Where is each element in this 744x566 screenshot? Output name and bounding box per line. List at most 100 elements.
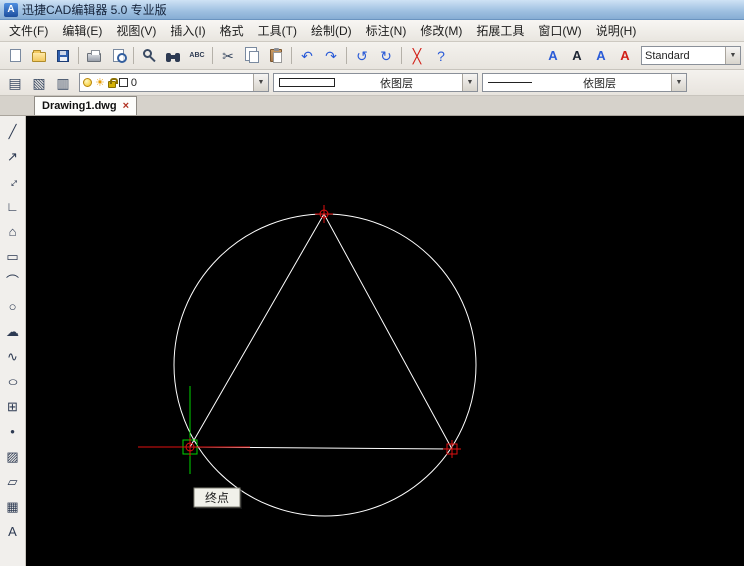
toolbar-separator — [78, 47, 79, 64]
copy-icon[interactable] — [240, 45, 264, 67]
toolbar-separator — [212, 47, 213, 64]
save-icon[interactable] — [51, 45, 75, 67]
menu-view[interactable]: 视图(V) — [109, 20, 163, 41]
construction-line-tool-icon[interactable]: ↔ — [2, 169, 24, 193]
search-icon[interactable] — [137, 45, 161, 67]
toolbar-separator — [401, 47, 402, 64]
linetype-combo[interactable]: 依图层 — [482, 73, 687, 92]
multiline-text-icon[interactable]: A — [589, 45, 613, 67]
hatch-tool-icon[interactable]: ▨ — [2, 444, 24, 468]
tab-close-icon[interactable] — [123, 101, 129, 112]
toolbar-separator — [291, 47, 292, 64]
print-icon[interactable] — [82, 45, 106, 67]
ray-tool-icon[interactable]: ↗ — [2, 144, 24, 168]
chevron-down-icon[interactable] — [253, 74, 268, 91]
menu-edit[interactable]: 编辑(E) — [55, 20, 109, 41]
layer-toolbar: ▤▧▥ 0 依图层 依图层 — [0, 70, 744, 96]
menu-modify[interactable]: 修改(M) — [413, 20, 469, 41]
help-icon[interactable]: ? — [429, 45, 453, 67]
drawn-circle — [174, 214, 476, 516]
tab-drawing1[interactable]: Drawing1.dwg — [34, 96, 137, 115]
single-line-text-icon[interactable]: A — [565, 45, 589, 67]
menu-draw[interactable]: 绘制(D) — [304, 20, 359, 41]
polygon-tool-icon[interactable]: ⌂ — [2, 219, 24, 243]
menu-dimension[interactable]: 标注(N) — [359, 20, 414, 41]
undo-icon[interactable]: ↶ — [295, 45, 319, 67]
insert-block-tool-icon[interactable]: ⊞ — [2, 394, 24, 418]
polyline-tool-icon[interactable]: ∟ — [2, 194, 24, 218]
print-preview-icon[interactable] — [106, 45, 130, 67]
text-style-combo[interactable]: Standard — [641, 46, 741, 65]
open-icon[interactable] — [27, 45, 51, 67]
mtext-tool-icon[interactable]: A — [2, 519, 24, 543]
delete-icon[interactable]: ╳ — [405, 45, 429, 67]
linetype-preview — [488, 82, 532, 83]
color-combo-value: 依图层 — [380, 75, 417, 91]
app-window: A 迅捷CAD编辑器 5.0 专业版 文件(F)编辑(E)视图(V)插入(I)格… — [0, 0, 744, 566]
chevron-down-icon[interactable] — [725, 47, 740, 64]
line-tool-icon[interactable]: ╱ — [2, 119, 24, 143]
redo-icon[interactable]: ↷ — [319, 45, 343, 67]
menu-window[interactable]: 窗口(W) — [531, 20, 588, 41]
layer-color-swatch — [119, 78, 128, 87]
circle-tool-icon[interactable]: ○ — [2, 294, 24, 318]
rotate-cw-icon[interactable]: ↻ — [374, 45, 398, 67]
find-icon[interactable] — [161, 45, 185, 67]
layer-filter-icon[interactable]: ▧ — [27, 72, 51, 94]
layer-previous-icon[interactable]: ▥ — [51, 72, 75, 94]
spline-tool-icon[interactable]: ∿ — [2, 344, 24, 368]
revision-cloud-tool-icon[interactable]: ☁ — [2, 319, 24, 343]
toolbar-separator — [133, 47, 134, 64]
layer-freeze-sun-icon — [95, 76, 105, 89]
layer-properties-icon[interactable]: ▤ — [3, 72, 27, 94]
title-bar: A 迅捷CAD编辑器 5.0 专业版 — [0, 0, 744, 20]
rectangle-tool-icon[interactable]: ▭ — [2, 244, 24, 268]
menu-insert[interactable]: 插入(I) — [163, 20, 212, 41]
toolbar-separator — [346, 47, 347, 64]
vertex-marker-top — [315, 205, 333, 223]
new-icon[interactable] — [3, 45, 27, 67]
region-tool-icon[interactable]: ▱ — [2, 469, 24, 493]
window-title: 迅捷CAD编辑器 5.0 专业版 — [22, 1, 167, 18]
linetype-combo-value: 依图层 — [583, 75, 620, 91]
drawn-triangle — [190, 214, 452, 449]
canvas-drawing: 终点 — [26, 116, 744, 566]
snap-tooltip-text: 终点 — [205, 490, 229, 505]
color-preview-swatch — [279, 78, 335, 87]
paste-icon[interactable] — [264, 45, 288, 67]
snap-tooltip: 终点 — [194, 488, 242, 509]
text-toolbar-icons: AAAA — [541, 45, 637, 67]
menu-format[interactable]: 格式 — [213, 20, 251, 41]
rotate-ccw-icon[interactable]: ↺ — [350, 45, 374, 67]
layer-on-bulb-icon — [83, 78, 92, 87]
standard-toolbar: ABC✂↶↷↺↻╳? AAAA Standard — [0, 42, 744, 70]
menu-tools[interactable]: 工具(T) — [251, 20, 304, 41]
table-tool-icon[interactable]: ▦ — [2, 494, 24, 518]
ellipse-tool-icon[interactable]: ○ — [2, 369, 24, 393]
draw-toolbar: ╱↗↔∟⌂▭⌒○☁∿○⊞•▨▱▦A — [0, 116, 26, 566]
text-style-icon[interactable]: A — [541, 45, 565, 67]
menu-file[interactable]: 文件(F) — [2, 20, 55, 41]
layer-lock-icon — [108, 81, 116, 88]
arc-tool-icon[interactable]: ⌒ — [2, 269, 24, 293]
chevron-down-icon[interactable] — [462, 74, 477, 91]
layer-combo[interactable]: 0 — [79, 73, 269, 92]
spellcheck-icon[interactable]: ABC — [185, 45, 209, 67]
menu-bar: 文件(F)编辑(E)视图(V)插入(I)格式工具(T)绘制(D)标注(N)修改(… — [0, 20, 744, 42]
app-icon: A — [4, 3, 18, 17]
text-color-icon[interactable]: A — [613, 45, 637, 67]
point-tool-icon[interactable]: • — [2, 419, 24, 443]
menu-express-tools[interactable]: 拓展工具 — [469, 20, 531, 41]
color-combo[interactable]: 依图层 — [273, 73, 478, 92]
document-tab-bar: Drawing1.dwg — [0, 96, 744, 116]
chevron-down-icon[interactable] — [671, 74, 686, 91]
main-area: ╱↗↔∟⌂▭⌒○☁∿○⊞•▨▱▦A — [0, 116, 744, 566]
text-style-combo-value: Standard — [645, 50, 690, 62]
tab-label: Drawing1.dwg — [42, 100, 117, 112]
vertex-marker-bottom-left — [181, 438, 199, 456]
menu-help[interactable]: 说明(H) — [589, 20, 644, 41]
layer-combo-value: 0 — [131, 77, 137, 89]
layer-toolbar-icons: ▤▧▥ — [3, 72, 75, 94]
drawing-canvas[interactable]: 终点 — [26, 116, 744, 566]
cut-icon[interactable]: ✂ — [216, 45, 240, 67]
